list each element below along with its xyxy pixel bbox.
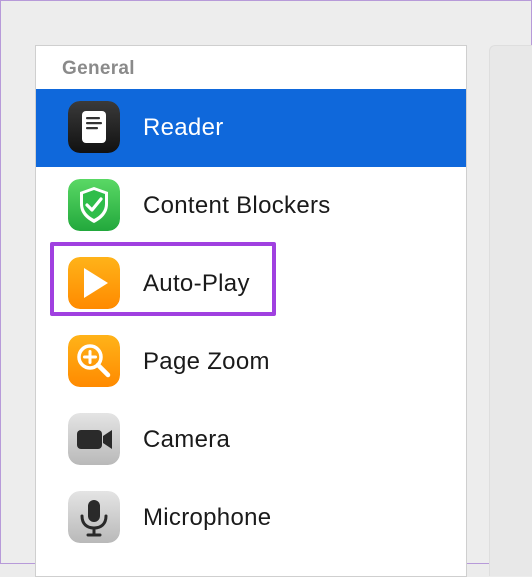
sidebar-item-label: Camera: [143, 426, 231, 453]
sidebar-item-label: Content Blockers: [143, 192, 331, 219]
websites-sidebar: General Reader Content Blockers Auto-Pla…: [35, 45, 467, 577]
sidebar-item-label: Microphone: [143, 504, 272, 531]
sidebar-item-label: Reader: [143, 114, 224, 141]
camera-icon: [68, 413, 120, 465]
sidebar-item-content-blockers[interactable]: Content Blockers: [36, 167, 466, 245]
sidebar-item-label: Page Zoom: [143, 348, 270, 375]
microphone-icon: [68, 491, 120, 543]
sidebar-item-page-zoom[interactable]: Page Zoom: [36, 323, 466, 401]
sidebar-item-reader[interactable]: Reader: [36, 89, 466, 167]
section-header-general: General: [62, 58, 135, 79]
reader-icon: [68, 101, 120, 153]
sidebar-item-label: Auto-Play: [143, 270, 250, 297]
sidebar-item-camera[interactable]: Camera: [36, 401, 466, 479]
sidebar-item-auto-play[interactable]: Auto-Play: [36, 245, 466, 323]
auto-play-icon: [68, 257, 120, 309]
page-zoom-icon: [68, 335, 120, 387]
settings-detail-panel: [489, 45, 532, 576]
sidebar-item-microphone[interactable]: Microphone: [36, 479, 466, 557]
content-blockers-shield-icon: [68, 179, 120, 231]
